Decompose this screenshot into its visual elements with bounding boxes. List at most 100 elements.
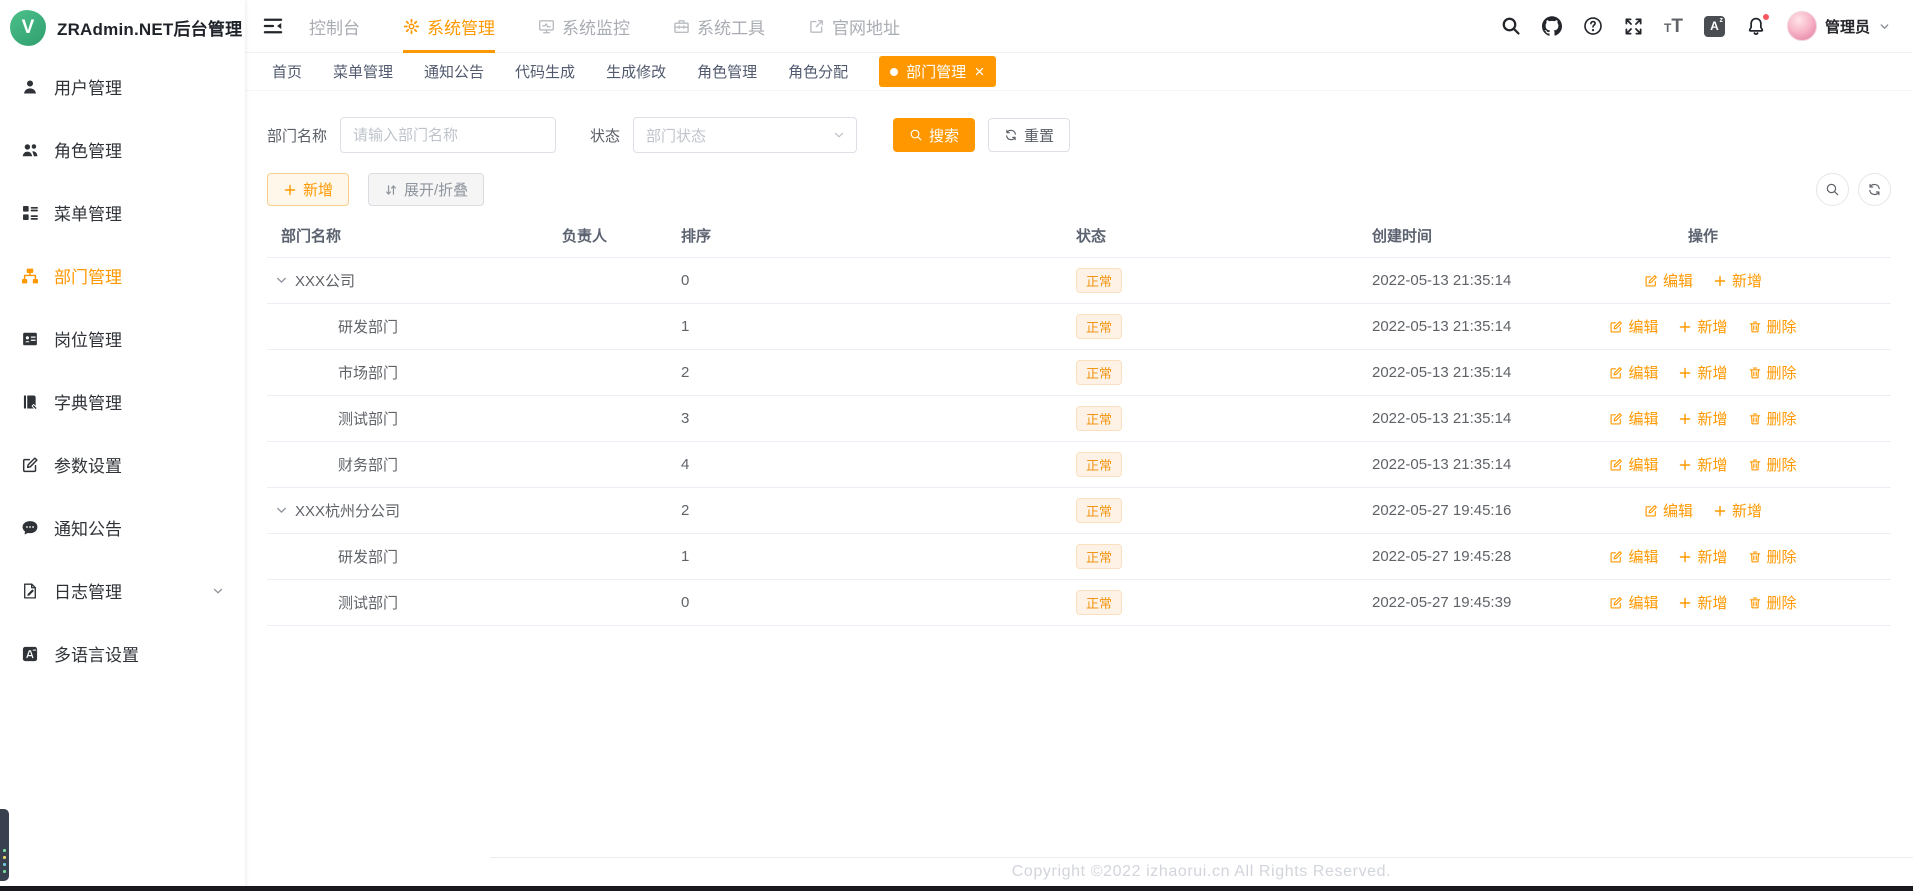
search-button[interactable]: 搜索 [893,118,976,152]
sidebar-item-多语言设置[interactable]: 多语言设置 [0,622,245,685]
add-row-button[interactable]: 新增 [1678,592,1728,613]
column-title: 操作 [1687,228,1718,245]
table-header-cell: 排序 [667,225,1062,246]
tab-角色管理[interactable]: 角色管理 [697,61,757,82]
edit-row-button[interactable]: 编辑 [1609,454,1658,475]
question-icon[interactable] [1583,16,1603,36]
edit-pen-icon [1609,320,1623,334]
tab-通知公告[interactable]: 通知公告 [424,61,484,82]
add-label: 新增 [1697,457,1728,474]
delete-label: 删除 [1766,411,1797,428]
delete-label: 删除 [1766,549,1797,566]
sidebar-item-岗位管理[interactable]: 岗位管理 [0,307,245,370]
dept-name-cell: XXX杭州分公司 [267,500,548,521]
expand-row-icon[interactable] [275,504,288,517]
sidebar-item-字典管理[interactable]: 字典管理 [0,370,245,433]
user-menu[interactable]: 管理员 [1786,11,1891,41]
reset-button[interactable]: 重置 [988,118,1071,152]
sidebar-item-label: 日志管理 [54,583,122,602]
status-select[interactable]: 部门状态 [633,117,858,153]
sidebar-item-参数设置[interactable]: 参数设置 [0,433,245,496]
add-row-button[interactable]: 新增 [1678,316,1728,337]
expand-collapse-button[interactable]: 展开/折叠 [368,173,485,206]
edit-row-button[interactable]: 编辑 [1609,592,1658,613]
add-row-button[interactable]: 新增 [1678,362,1728,383]
expand-row-icon[interactable] [275,274,288,287]
created-at: 2022-05-27 19:45:39 [1372,594,1512,611]
nav-item-控制台[interactable]: 控制台 [309,0,360,53]
translate-icon[interactable]: Az [1703,15,1725,37]
search-icon[interactable] [1501,16,1521,36]
trash-icon [1748,596,1762,610]
fullscreen-icon[interactable] [1624,17,1643,36]
delete-row-button[interactable]: 删除 [1748,592,1797,613]
app-logo[interactable]: V ZRAdmin.NET后台管理 [0,0,245,55]
add-label: 新增 [1732,503,1763,520]
close-icon[interactable] [974,66,985,77]
edit-row-button[interactable]: 编辑 [1644,270,1693,291]
add-row-button[interactable]: 新增 [1678,546,1728,567]
tab-label: 菜单管理 [333,64,394,81]
gear-icon [403,18,420,35]
delete-row-button[interactable]: 删除 [1748,454,1797,475]
tab-生成修改[interactable]: 生成修改 [606,61,666,82]
add-row-button[interactable]: 新增 [1678,408,1728,429]
nav-item-系统管理[interactable]: 系统管理 [403,0,495,53]
dept-name-input[interactable] [340,117,557,153]
show-search-button[interactable] [1816,173,1849,206]
column-title: 部门名称 [281,228,342,245]
nav-item-系统工具[interactable]: 系统工具 [673,0,765,53]
github-icon[interactable] [1542,16,1563,36]
tab-菜单管理[interactable]: 菜单管理 [333,61,393,82]
delete-row-button[interactable]: 删除 [1748,362,1797,383]
trash-icon [1748,366,1762,380]
edit-row-button[interactable]: 编辑 [1609,546,1658,567]
delete-row-button[interactable]: 删除 [1748,408,1797,429]
tab-角色分配[interactable]: 角色分配 [788,61,848,82]
tab-代码生成[interactable]: 代码生成 [515,61,575,82]
column-title: 排序 [681,228,712,245]
menu-fold-icon[interactable] [263,16,283,36]
navbar-actions: TT Az 管理员 [1501,11,1891,41]
dept-name-cell: 市场部门 [267,362,548,383]
sidebar-item-用户管理[interactable]: 用户管理 [0,55,245,118]
notification-bell-icon[interactable] [1746,13,1770,36]
add-label: 新增 [1697,595,1728,612]
status-cell: 正常 [1062,452,1358,477]
add-row-button[interactable]: 新增 [1678,454,1728,475]
actions-cell: 编辑 新增 删除 [1596,316,1810,337]
plus-icon [1678,366,1692,380]
plus-icon [1713,504,1727,518]
sidebar-item-菜单管理[interactable]: 菜单管理 [0,181,245,244]
edit-row-button[interactable]: 编辑 [1609,316,1658,337]
tab-label: 通知公告 [424,64,485,81]
tab-部门管理[interactable]: 部门管理 [879,56,997,87]
delete-row-button[interactable]: 删除 [1748,546,1797,567]
edit-row-button[interactable]: 编辑 [1609,362,1658,383]
sidebar-item-label: 通知公告 [54,520,122,539]
sidebar-item-角色管理[interactable]: 角色管理 [0,118,245,181]
edit-label: 编辑 [1628,549,1659,566]
edit-row-button[interactable]: 编辑 [1609,408,1658,429]
tab-bar: 首页 菜单管理 通知公告 代码生成 生成修改 角色管理 角色分配 部门管理 [245,53,1913,91]
add-button[interactable]: 新增 [267,173,350,206]
nav-item-官网地址[interactable]: 官网地址 [808,0,900,53]
toolbox-icon [673,18,690,35]
add-row-button[interactable]: 新增 [1713,270,1762,291]
refresh-table-button[interactable] [1858,173,1891,206]
table-row: 研发部门 1 正常 2022-05-13 21:35:14 编辑 新增 删除 [267,304,1891,350]
font-size-icon[interactable]: TT [1664,17,1683,36]
sidebar-item-部门管理[interactable]: 部门管理 [0,244,245,307]
nav-item-系统监控[interactable]: 系统监控 [538,0,630,53]
delete-row-button[interactable]: 删除 [1748,316,1797,337]
sidebar-item-日志管理[interactable]: 日志管理 [0,559,245,622]
edit-pen-icon [1644,274,1658,288]
created-at-cell: 2022-05-27 19:45:28 [1358,548,1596,565]
devtools-widget[interactable] [0,809,9,881]
tab-首页[interactable]: 首页 [272,61,302,82]
add-label: 新增 [1732,273,1763,290]
plus-icon [1678,458,1692,472]
add-row-button[interactable]: 新增 [1713,500,1762,521]
edit-row-button[interactable]: 编辑 [1644,500,1693,521]
sidebar-item-通知公告[interactable]: 通知公告 [0,496,245,559]
